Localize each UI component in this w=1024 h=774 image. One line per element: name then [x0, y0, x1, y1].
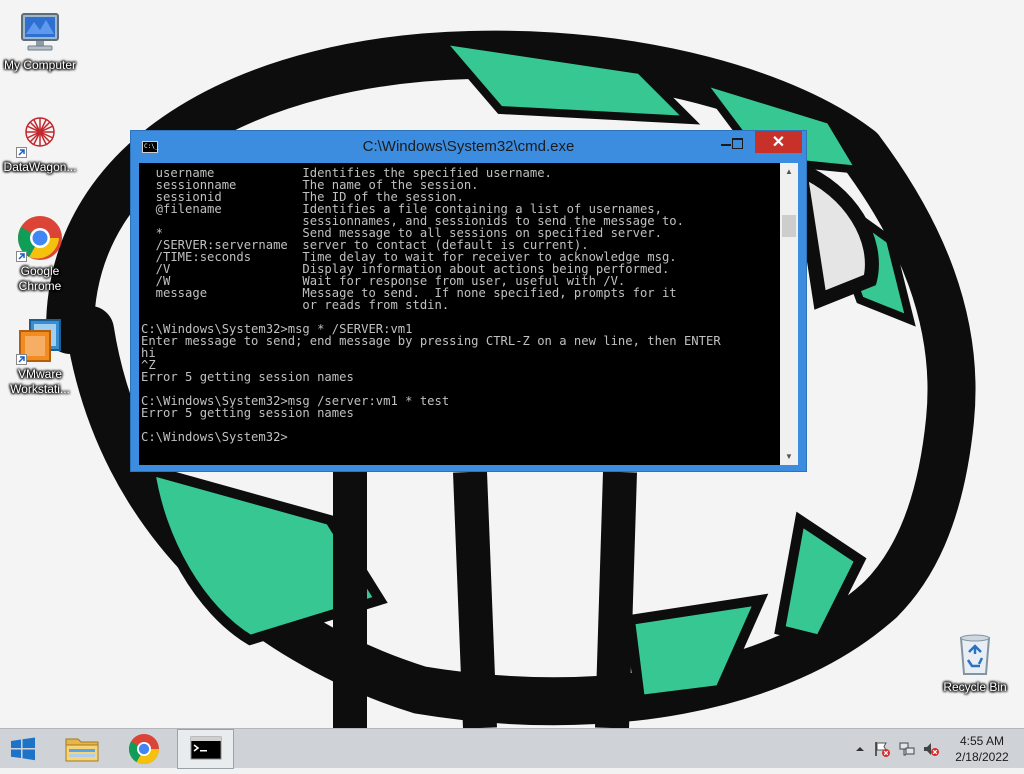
chrome-icon	[16, 214, 64, 262]
vmware-icon	[16, 317, 64, 365]
desktop-icon-label: My Computer	[3, 58, 77, 72]
recycle-bin-icon	[951, 630, 999, 678]
folder-icon	[65, 738, 99, 762]
show-hidden-icons-chevron-icon[interactable]	[851, 740, 869, 758]
chrome-icon	[128, 734, 159, 765]
desktop-icon-google-chrome[interactable]: Google Chrome	[1, 214, 79, 294]
action-center-flag-icon[interactable]	[873, 740, 891, 758]
desktop-icon-label: DataWagon...	[3, 160, 77, 174]
network-icon[interactable]	[898, 740, 916, 758]
scroll-up-arrow-icon[interactable]: ▲	[780, 163, 798, 180]
taskbar-clock[interactable]: 4:55 AM 2/18/2022	[950, 733, 1014, 765]
clock-date: 2/18/2022	[955, 750, 1009, 764]
datawagon-icon	[16, 110, 64, 158]
desktop-icon-label: Google Chrome	[18, 264, 62, 293]
taskbar-google-chrome[interactable]	[118, 729, 170, 769]
system-tray	[848, 729, 948, 769]
desktop-icon-recycle-bin[interactable]: Recycle Bin	[936, 630, 1014, 695]
desktop-icon-my-computer[interactable]: My Computer	[1, 8, 79, 73]
window-titlebar[interactable]: C:\_ C:\Windows\System32\cmd.exe ✕	[131, 131, 806, 163]
taskbar-command-prompt[interactable]	[177, 729, 234, 769]
console-output[interactable]: username Identifies the specified userna…	[139, 163, 780, 465]
windows-logo-icon	[11, 737, 35, 761]
desktop-icon-datawagon[interactable]: DataWagon...	[1, 110, 79, 175]
close-button[interactable]: ✕	[755, 131, 802, 153]
maximize-icon	[732, 138, 743, 149]
maximize-button[interactable]	[723, 132, 752, 153]
cmd-window[interactable]: C:\_ C:\Windows\System32\cmd.exe ✕ usern…	[130, 130, 807, 472]
scroll-down-arrow-icon[interactable]: ▼	[780, 448, 798, 465]
cmd-icon	[190, 736, 222, 760]
window-title: C:\Windows\System32\cmd.exe	[362, 138, 575, 155]
shortcut-arrow-icon	[16, 354, 27, 365]
desktop-icon-vmware[interactable]: VMware Workstati...	[1, 317, 79, 397]
clock-time: 4:55 AM	[959, 734, 1005, 748]
desktop-icon-label: VMware Workstati...	[10, 367, 70, 396]
scroll-thumb[interactable]	[782, 215, 796, 237]
taskbar: 4:55 AM 2/18/2022	[0, 728, 1024, 769]
close-icon: ✕	[771, 134, 786, 151]
taskbar-file-explorer[interactable]	[56, 729, 108, 769]
shortcut-arrow-icon	[16, 147, 27, 158]
desktop-icon-label: Recycle Bin	[943, 680, 1007, 694]
volume-muted-icon[interactable]	[922, 740, 940, 758]
start-button[interactable]	[0, 729, 48, 769]
console-text: username Identifies the specified userna…	[141, 166, 721, 444]
vertical-scrollbar[interactable]: ▲ ▼	[780, 163, 798, 465]
shortcut-arrow-icon	[16, 251, 27, 262]
my-computer-icon	[16, 8, 64, 56]
